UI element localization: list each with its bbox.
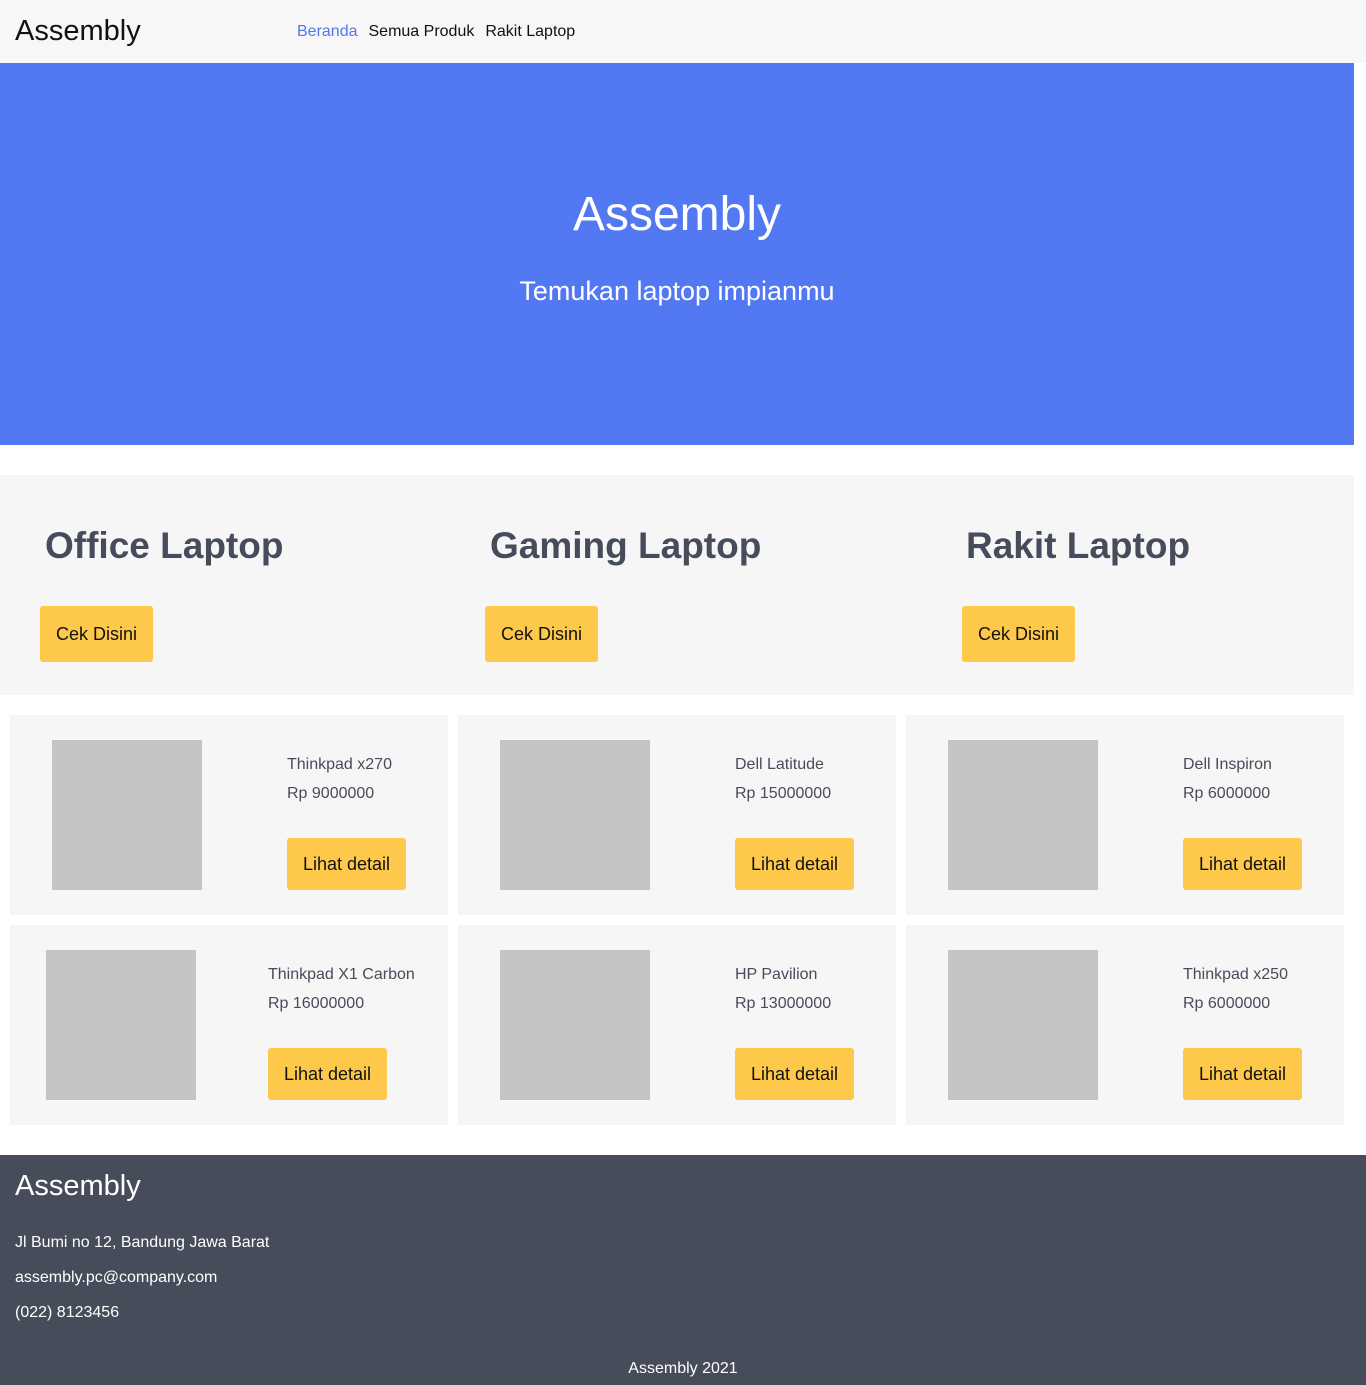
cek-disini-button[interactable]: Cek Disini (40, 606, 153, 662)
category-title: Rakit Laptop (966, 525, 1191, 566)
cek-disini-button[interactable]: Cek Disini (485, 606, 598, 662)
nav-links: Beranda Semua Produk Rakit Laptop (297, 22, 575, 42)
footer-copyright: Assembly 2021 (628, 1360, 738, 1377)
product-image[interactable] (500, 950, 650, 1100)
product-price: Rp 6000000 (1183, 785, 1271, 802)
lihat-detail-button[interactable]: Lihat detail (268, 1048, 387, 1100)
lihat-detail-button[interactable]: Lihat detail (287, 838, 406, 890)
product-name: Thinkpad X1 Carbon (268, 966, 415, 983)
product-image[interactable] (948, 740, 1098, 890)
category-office: Office Laptop Cek Disini (0, 475, 450, 695)
lihat-detail-button[interactable]: Lihat detail (1183, 1048, 1302, 1100)
product-price: Rp 16000000 (268, 995, 365, 1012)
product-card: Thinkpad X1 Carbon Rp 16000000 Lihat det… (10, 925, 448, 1125)
lihat-detail-button[interactable]: Lihat detail (735, 838, 854, 890)
category-title: Gaming Laptop (490, 525, 762, 566)
footer-brand: Assembly (15, 1170, 141, 1202)
product-image[interactable] (46, 950, 196, 1100)
category-rakit: Rakit Laptop Cek Disini (920, 475, 1354, 695)
product-name: Dell Latitude (735, 756, 824, 773)
product-image[interactable] (52, 740, 202, 890)
footer-email[interactable]: assembly.pc@company.com (15, 1268, 217, 1288)
lihat-detail-button[interactable]: Lihat detail (735, 1048, 854, 1100)
product-card: Thinkpad x270 Rp 9000000 Lihat detail (10, 715, 448, 915)
navbar: Assembly Beranda Semua Produk Rakit Lapt… (0, 0, 1366, 63)
lihat-detail-button[interactable]: Lihat detail (1183, 838, 1302, 890)
product-image[interactable] (500, 740, 650, 890)
category-gaming: Gaming Laptop Cek Disini (450, 475, 920, 695)
nav-link-rakit-laptop[interactable]: Rakit Laptop (485, 22, 575, 42)
product-price: Rp 9000000 (287, 785, 375, 802)
hero-banner: Assembly Temukan laptop impianmu (0, 63, 1354, 445)
nav-link-beranda[interactable]: Beranda (297, 22, 358, 42)
category-section: Office Laptop Cek Disini Gaming Laptop C… (0, 475, 1354, 695)
product-card: Dell Inspiron Rp 6000000 Lihat detail (906, 715, 1344, 915)
product-name: Dell Inspiron (1183, 756, 1272, 773)
product-name: Thinkpad x270 (287, 756, 392, 773)
brand-logo[interactable]: Assembly (15, 14, 141, 48)
product-price: Rp 15000000 (735, 785, 832, 802)
nav-link-semua-produk[interactable]: Semua Produk (369, 22, 475, 42)
product-name: HP Pavilion (735, 966, 818, 983)
product-name: Thinkpad x250 (1183, 966, 1288, 983)
product-card: HP Pavilion Rp 13000000 Lihat detail (458, 925, 896, 1125)
hero-subtitle: Temukan laptop impianmu (519, 276, 835, 306)
category-title: Office Laptop (45, 525, 284, 566)
hero-title: Assembly (572, 188, 782, 241)
product-card: Thinkpad x250 Rp 6000000 Lihat detail (906, 925, 1344, 1125)
footer: Assembly Jl Bumi no 12, Bandung Jawa Bar… (0, 1155, 1366, 1385)
product-price: Rp 6000000 (1183, 995, 1271, 1012)
product-card: Dell Latitude Rp 15000000 Lihat detail (458, 715, 896, 915)
footer-phone: (022) 8123456 (15, 1304, 120, 1321)
footer-address: Jl Bumi no 12, Bandung Jawa Barat (15, 1234, 270, 1251)
product-price: Rp 13000000 (735, 995, 832, 1012)
product-image[interactable] (948, 950, 1098, 1100)
cek-disini-button[interactable]: Cek Disini (962, 606, 1075, 662)
